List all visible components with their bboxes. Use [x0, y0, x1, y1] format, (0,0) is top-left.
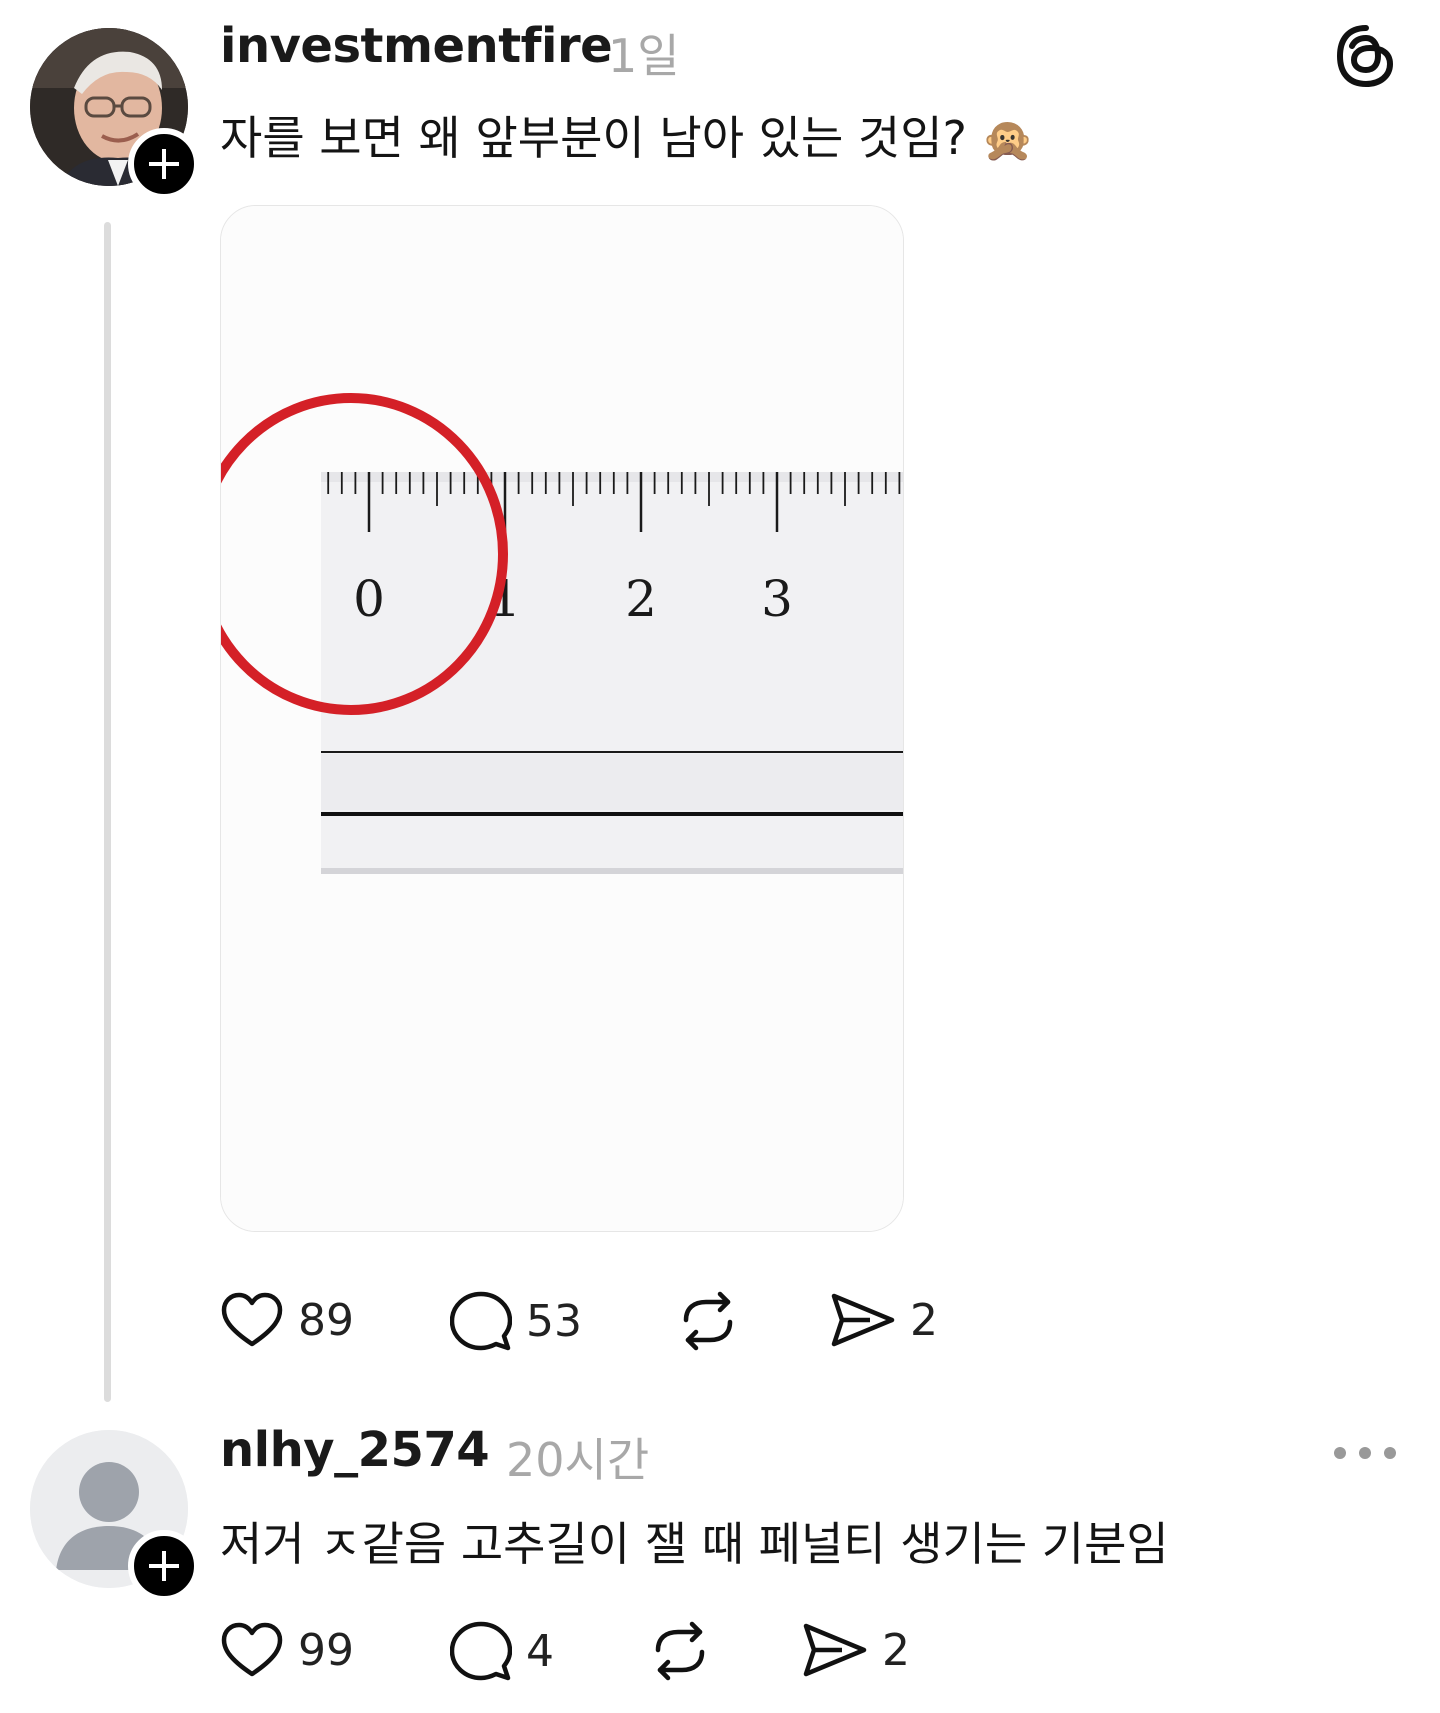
- share-count: 2: [910, 1294, 938, 1346]
- like-button[interactable]: 89: [220, 1290, 354, 1350]
- more-dots-icon[interactable]: [1330, 1438, 1400, 1468]
- reply-like-count: 99: [298, 1624, 354, 1676]
- post-timestamp: 1일: [608, 29, 680, 83]
- plus-icon: [149, 1551, 179, 1581]
- plus-icon: [149, 149, 179, 179]
- send-icon: [831, 1293, 895, 1347]
- threads-logo-icon[interactable]: [1330, 20, 1402, 92]
- ruler-image: 0 1 2 3: [221, 206, 903, 1231]
- thread-connector-line: [104, 222, 111, 1402]
- send-icon: [803, 1623, 867, 1677]
- post-body: 자를 보면 왜 앞부분이 남아 있는 것임? 🙊: [220, 102, 1034, 168]
- comment-icon: [450, 1621, 512, 1681]
- share-button[interactable]: 2: [830, 1290, 938, 1350]
- repost-icon: [655, 1621, 705, 1681]
- heart-icon: [221, 1292, 283, 1347]
- reply-reply-button[interactable]: 4: [450, 1620, 554, 1682]
- reply-share-count: 2: [882, 1624, 910, 1676]
- follow-button-reply[interactable]: [128, 1530, 200, 1602]
- post-image[interactable]: 0 1 2 3: [220, 205, 904, 1232]
- reply-repost-button[interactable]: [648, 1620, 712, 1682]
- reply-share-button[interactable]: 2: [802, 1620, 910, 1680]
- follow-button[interactable]: [128, 128, 200, 200]
- ruler-label-3: 3: [761, 570, 793, 628]
- reply-username[interactable]: nlhy_2574: [220, 1422, 490, 1478]
- like-count: 89: [298, 1294, 354, 1346]
- heart-icon: [221, 1622, 283, 1677]
- monkey-emoji: 🙊: [981, 115, 1034, 164]
- reply-reply-count: 4: [526, 1625, 554, 1677]
- comment-icon: [450, 1291, 512, 1351]
- reply-like-button[interactable]: 99: [220, 1620, 354, 1680]
- repost-icon: [683, 1291, 733, 1351]
- ruler-label-2: 2: [625, 570, 657, 628]
- reply-count: 53: [526, 1295, 582, 1347]
- repost-button[interactable]: [676, 1290, 740, 1352]
- reply-button[interactable]: 53: [450, 1290, 582, 1352]
- reply-text: 저거 ㅈ같음 고추길이 잴 때 페널티 생기는 기분임: [220, 1517, 1169, 1571]
- post-text: 자를 보면 왜 앞부분이 남아 있는 것임?: [220, 111, 967, 165]
- ruler-label-0: 0: [353, 570, 385, 628]
- threads-feed: investmentfire 1일 자를 보면 왜 앞부분이 남아 있는 것임?…: [0, 0, 1440, 1713]
- reply-timestamp: 20시간: [506, 1433, 650, 1487]
- post-username[interactable]: investmentfire: [220, 18, 613, 74]
